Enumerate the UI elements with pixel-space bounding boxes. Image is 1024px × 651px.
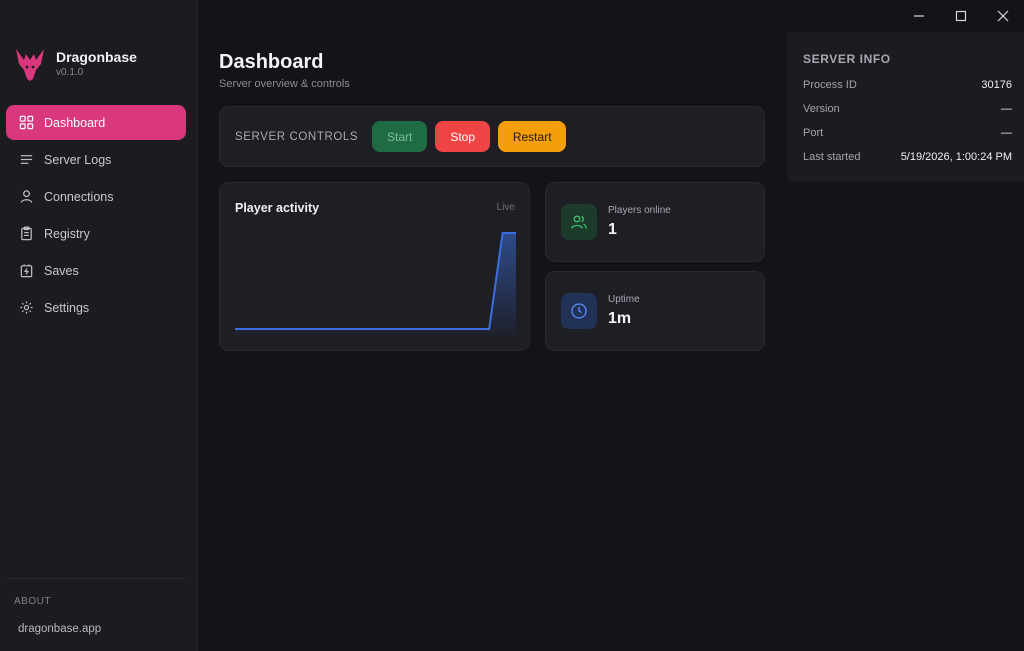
players-online-label: Players online (608, 205, 671, 216)
chart-title: Player activity (235, 201, 320, 215)
main-content: Dashboard Server overview & controls SER… (199, 32, 787, 651)
about-link[interactable]: dragonbase.app (18, 623, 101, 635)
restart-button[interactable]: Restart (498, 121, 567, 152)
sidebar-item-server-logs[interactable]: Server Logs (6, 142, 186, 177)
dragon-logo-icon (16, 49, 44, 81)
app-window: Dragonbase v0.1.0 Dashboard Server Logs (0, 0, 1024, 651)
sidebar-item-saves[interactable]: Saves (6, 253, 186, 288)
info-key: Process ID (803, 79, 857, 91)
sidebar-item-registry[interactable]: Registry (6, 216, 186, 251)
players-online-value: 1 (608, 221, 617, 238)
uptime-card: Uptime 1m (545, 271, 765, 351)
battery-icon (18, 263, 34, 279)
sidebar-item-label: Registry (44, 226, 90, 241)
info-value: — (1001, 103, 1012, 115)
info-row-port: Port — (803, 127, 1012, 143)
gear-icon (18, 300, 34, 316)
grid-icon (18, 115, 34, 131)
uptime-value: 1m (608, 310, 632, 327)
lines-icon (18, 152, 34, 168)
info-value: — (1001, 127, 1012, 139)
maximize-icon[interactable] (940, 0, 982, 32)
sidebar-item-label: Connections (44, 189, 114, 204)
about-label: ABOUT (14, 596, 51, 607)
users-icon (561, 204, 597, 240)
server-controls-card: SERVER CONTROLS Start Stop Restart (219, 106, 765, 167)
page-subtitle: Server overview & controls (219, 78, 350, 90)
chart-line (235, 232, 516, 330)
info-value: 5/19/2026, 1:00:24 PM (900, 151, 1012, 163)
clipboard-icon (18, 226, 34, 242)
page-title: Dashboard (219, 51, 324, 73)
server-info-panel: SERVER INFO Process ID 30176 Version — P… (787, 32, 1024, 182)
user-icon (18, 189, 34, 205)
close-icon[interactable] (982, 0, 1024, 32)
sidebar-item-settings[interactable]: Settings (6, 290, 186, 325)
chart-area (235, 233, 516, 337)
minimize-icon[interactable] (898, 0, 940, 32)
stop-button[interactable]: Stop (435, 121, 491, 152)
sidebar-item-label: Settings (44, 300, 90, 315)
window-controls (898, 0, 1024, 32)
sidebar-item-label: Saves (44, 263, 79, 278)
start-button[interactable]: Start (372, 121, 428, 152)
live-badge: Live (496, 202, 515, 213)
info-key: Last started (803, 151, 861, 163)
sidebar-item-dashboard[interactable]: Dashboard (6, 105, 186, 140)
sidebar-item-label: Server Logs (44, 152, 112, 167)
info-row-last-started: Last started 5/19/2026, 1:00:24 PM (803, 151, 1012, 167)
info-value: 30176 (981, 79, 1012, 91)
sidebar-item-label: Dashboard (44, 115, 106, 130)
sidebar: Dragonbase v0.1.0 Dashboard Server Logs (0, 0, 198, 651)
server-info-title: SERVER INFO (803, 52, 891, 66)
players-online-card: Players online 1 (545, 182, 765, 262)
info-key: Port (803, 127, 824, 139)
brand-name: Dragonbase (56, 49, 137, 65)
uptime-label: Uptime (608, 294, 640, 305)
sidebar-nav: Dashboard Server Logs Connections Regist… (6, 105, 186, 327)
player-activity-chart (235, 232, 516, 337)
info-key: Version (803, 103, 840, 115)
brand[interactable]: Dragonbase v0.1.0 (14, 46, 137, 82)
info-row-process-id: Process ID 30176 (803, 79, 1012, 95)
server-controls-label: SERVER CONTROLS (235, 130, 359, 143)
sidebar-item-connections[interactable]: Connections (6, 179, 186, 214)
clock-icon (561, 293, 597, 329)
brand-version: v0.1.0 (56, 67, 84, 78)
player-activity-card: Player activity Live (219, 182, 530, 351)
info-row-version: Version — (803, 103, 1012, 119)
sidebar-divider (6, 578, 186, 579)
